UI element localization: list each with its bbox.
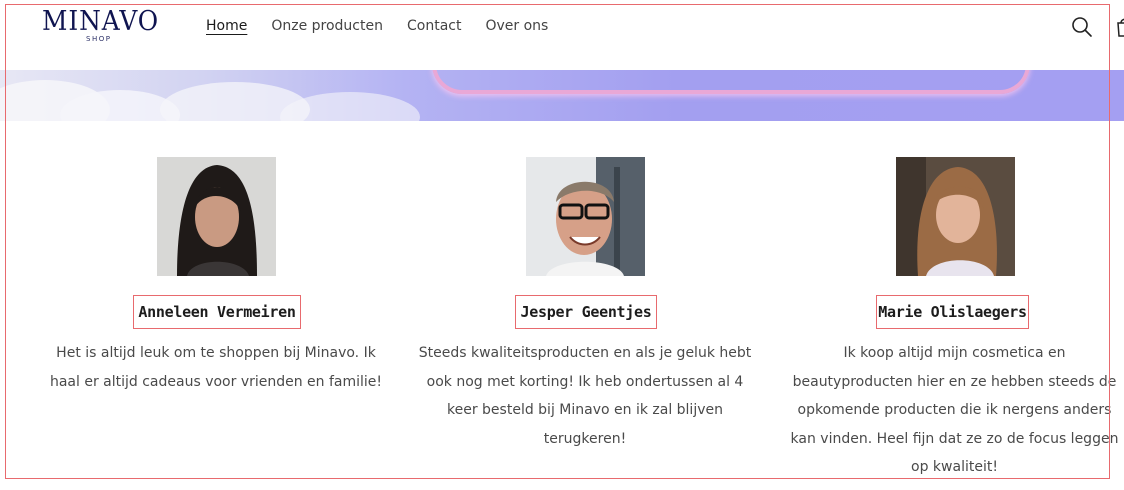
hero-banner-image [0, 70, 1124, 121]
reviewer-name: Marie Olislaegers [878, 303, 1027, 321]
logo-main-text: MINAVO [42, 6, 160, 37]
reviewer-name-box: Anneleen Vermeiren [133, 295, 301, 329]
reviewer-name-box: Marie Olislaegers [876, 295, 1029, 329]
reviewer-photo [896, 157, 1015, 276]
logo-sub-text: SHOP [86, 35, 112, 43]
reviewer-name: Jesper Geentjes [520, 303, 652, 321]
review-text: Steeds kwaliteitsproducten en als je gel… [418, 345, 752, 447]
search-icon[interactable] [1071, 16, 1093, 38]
reviews-section: Anneleen Vermeiren Het is altijd leuk om… [0, 121, 1124, 490]
nav-item-home[interactable]: Home [206, 16, 247, 36]
nav-item-over-ons[interactable]: Over ons [485, 16, 548, 36]
reviewer-photo [526, 157, 645, 276]
reviewer-name-box: Jesper Geentjes [515, 295, 657, 329]
review-text: Het is altijd leuk om te shoppen bij Min… [49, 345, 383, 390]
reviewer-photo [157, 157, 276, 276]
review-text: Ik koop altijd mijn cosmetica en beautyp… [790, 345, 1119, 476]
cart-icon[interactable] [1114, 16, 1124, 38]
nav-item-onze-producten[interactable]: Onze producten [271, 16, 383, 36]
reviewer-name: Anneleen Vermeiren [138, 303, 296, 321]
nav-item-contact[interactable]: Contact [407, 16, 461, 36]
site-header: MINAVO SHOP Home Onze producten Contact … [0, 0, 1124, 70]
logo[interactable]: MINAVO SHOP [42, 6, 162, 43]
main-nav: Home Onze producten Contact Over ons [206, 16, 548, 36]
